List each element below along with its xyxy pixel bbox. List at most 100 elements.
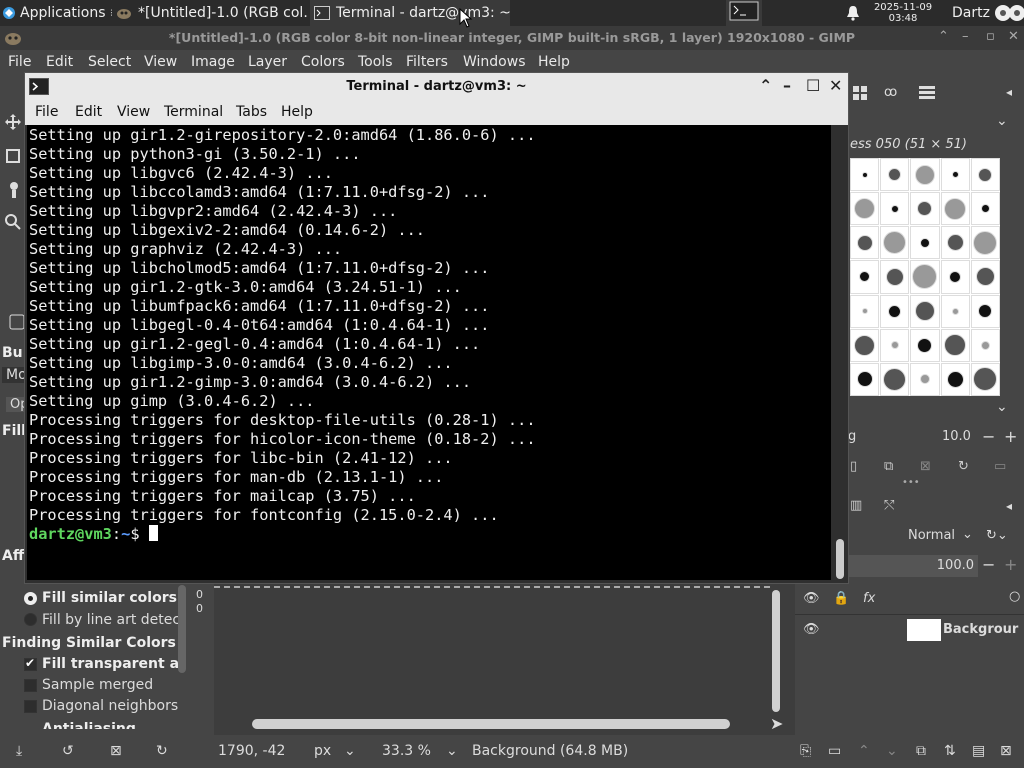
menu-file[interactable]: File — [8, 54, 31, 70]
brush-thumbnail[interactable] — [940, 158, 970, 192]
unit-select[interactable]: px — [314, 743, 331, 759]
brush-thumbnail[interactable] — [940, 328, 970, 362]
brush-thumbnail[interactable] — [910, 362, 940, 396]
paint-tool-icon[interactable] — [6, 181, 22, 203]
chevron-down-icon[interactable]: ⌄ — [962, 527, 973, 542]
brush-thumbnail[interactable] — [940, 260, 970, 294]
restore-icon[interactable]: ↻ — [156, 743, 168, 759]
patterns-tab-icon[interactable]: ꝏ — [884, 85, 897, 100]
spacing-decrease-button[interactable]: − — [982, 427, 995, 446]
brush-thumbnail[interactable] — [940, 226, 970, 260]
brush-thumbnail[interactable] — [850, 158, 880, 192]
chevron-down-icon[interactable]: ⌄ — [446, 743, 458, 759]
merge-layer-icon[interactable]: ⇅ — [944, 743, 956, 759]
layer-mode-select[interactable]: Normal — [908, 528, 955, 543]
brush-thumbnail[interactable] — [880, 260, 910, 294]
menu-colors[interactable]: Colors — [301, 54, 345, 70]
terminal-menu-edit[interactable]: Edit — [75, 104, 102, 120]
brush-thumbnail[interactable] — [880, 362, 910, 396]
pane-divider-handle[interactable]: ••• — [902, 477, 920, 488]
terminal-minimize-button[interactable]: – — [783, 76, 791, 95]
brush-thumbnail[interactable] — [850, 226, 880, 260]
brush-grid[interactable] — [850, 158, 1000, 396]
brush-thumbnail[interactable] — [940, 192, 970, 226]
dock-menu-icon[interactable]: ◂ — [1006, 499, 1012, 513]
brush-thumbnail[interactable] — [880, 192, 910, 226]
brush-duplicate-icon[interactable]: ⧉ — [884, 459, 893, 474]
brush-thumbnail[interactable] — [850, 192, 880, 226]
brush-thumbnail[interactable] — [880, 294, 910, 328]
brush-thumbnail[interactable] — [880, 158, 910, 192]
workspace-switcher[interactable] — [726, 0, 762, 26]
menu-tools[interactable]: Tools — [358, 54, 393, 70]
brush-thumbnail[interactable] — [880, 226, 910, 260]
horizontal-scrollbar[interactable] — [252, 719, 730, 729]
terminal-output[interactable]: Setting up gir1.2-girepository-2.0:amd64… — [27, 125, 831, 580]
brush-thumbnail[interactable] — [910, 260, 940, 294]
gimp-minimize-icon[interactable]: – — [962, 29, 969, 44]
brush-thumbnail[interactable] — [940, 362, 970, 396]
delete-icon[interactable]: ⊠ — [110, 743, 122, 759]
effects-icon[interactable]: fx — [863, 591, 875, 606]
menu-filters[interactable]: Filters — [406, 54, 448, 70]
brush-thumbnail[interactable] — [970, 226, 1000, 260]
opacity-decrease-button[interactable]: − — [982, 555, 995, 574]
vertical-scrollbar[interactable] — [772, 590, 780, 712]
gimp-close-button[interactable]: ✕ — [1008, 29, 1019, 44]
menu-select[interactable]: Select — [88, 54, 131, 70]
sample-merged-checkbox[interactable] — [24, 679, 37, 692]
opacity-bar[interactable]: 100.0 — [848, 555, 978, 577]
fill-transparent-checkbox[interactable]: ✔ — [24, 656, 37, 671]
zoom-select[interactable]: 33.3 % — [382, 743, 431, 759]
chevron-down-icon[interactable]: ⌄ — [344, 743, 356, 759]
brush-thumbnail[interactable] — [910, 192, 940, 226]
chevron-down-icon[interactable]: ⌄ — [996, 399, 1008, 415]
brush-new-icon[interactable]: ▯ — [850, 459, 857, 474]
save-options-icon[interactable]: ⤓ — [16, 743, 22, 759]
spacing-value[interactable]: 10.0 — [942, 429, 971, 444]
brush-refresh-icon[interactable]: ↻ — [958, 459, 969, 474]
spacing-increase-button[interactable]: + — [1004, 427, 1017, 446]
search-icon[interactable]: ○ — [1009, 589, 1020, 604]
terminal-shade-button[interactable]: ⌃ — [759, 76, 772, 95]
menu-edit[interactable]: Edit — [46, 54, 73, 70]
brush-thumbnail[interactable] — [850, 362, 880, 396]
brush-thumbnail[interactable] — [970, 328, 1000, 362]
new-layer-icon[interactable]: ⎘ — [800, 743, 811, 759]
brush-thumbnail[interactable] — [970, 260, 1000, 294]
applications-menu[interactable]: Applications ≡ — [2, 0, 112, 26]
terminal-titlebar[interactable]: Terminal - dartz@vm3: ~ ⌃ – ☐ ✕ — [25, 73, 848, 101]
brush-thumbnail[interactable] — [970, 362, 1000, 396]
terminal-menu-terminal[interactable]: Terminal — [164, 104, 223, 120]
lower-layer-icon[interactable]: ⌄ — [886, 743, 898, 759]
eye-icon[interactable]: 👁 — [803, 591, 820, 606]
fill-line-art-radio[interactable] — [24, 613, 37, 626]
fonts-tab-icon[interactable] — [918, 84, 936, 104]
brush-thumbnail[interactable] — [880, 328, 910, 362]
brush-thumbnail[interactable] — [910, 158, 940, 192]
duplicate-layer-icon[interactable]: ⧉ — [916, 743, 926, 759]
chevron-down-icon[interactable]: ⌄ — [996, 113, 1008, 129]
user-menu[interactable]: Dartz — [952, 0, 1024, 26]
terminal-menu-view[interactable]: View — [117, 104, 150, 120]
notification-bell-icon[interactable] — [846, 0, 862, 26]
tool-options-scrollbar[interactable] — [178, 585, 186, 673]
lock-icon[interactable]: 🔒 — [833, 591, 849, 606]
menu-windows[interactable]: Windows — [463, 54, 526, 70]
mask-layer-icon[interactable]: ▤ — [972, 743, 985, 759]
layers-tab-icon[interactable]: ▥ — [850, 498, 862, 513]
brush-thumbnail[interactable] — [940, 294, 970, 328]
layer-mode-switch-icon[interactable]: ↻⌄ — [986, 528, 1008, 543]
diagonal-neighbors-checkbox[interactable] — [24, 700, 37, 713]
terminal-scrollbar[interactable] — [832, 125, 848, 580]
task-terminal[interactable]: Terminal - dartz@vm3: ~ — [310, 0, 510, 26]
terminal-menu-tabs[interactable]: Tabs — [236, 104, 267, 120]
eye-icon[interactable]: 👁 — [803, 622, 820, 637]
brush-delete-icon[interactable]: ⊠ — [920, 459, 931, 474]
raise-layer-icon[interactable]: ⌃ — [858, 743, 870, 759]
gimp-maximize-button[interactable]: ▫ — [986, 29, 995, 44]
menu-layer[interactable]: Layer — [248, 54, 287, 70]
brush-thumbnail[interactable] — [970, 158, 1000, 192]
canvas-area[interactable]: 0 0 ➤ — [190, 582, 795, 735]
terminal-menu-help[interactable]: Help — [281, 104, 313, 120]
